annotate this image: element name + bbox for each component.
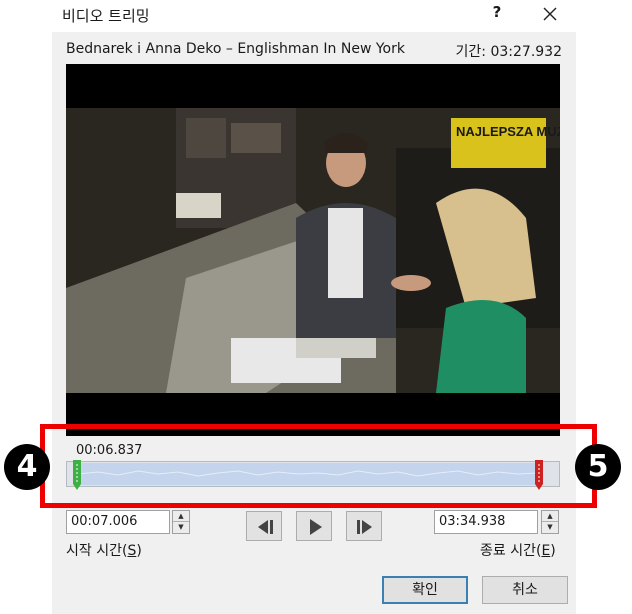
next-frame-button[interactable] bbox=[346, 511, 382, 541]
window-title: 비디오 트리밍 bbox=[62, 7, 150, 25]
end-time-input[interactable]: 03:34.938 bbox=[434, 510, 538, 534]
increase-icon[interactable]: ▲ bbox=[542, 511, 558, 522]
video-frame: NAJLEPSZA MUZYKA bbox=[66, 108, 560, 393]
previous-frame-icon bbox=[258, 520, 273, 534]
end-time-label: 종료 시간(E) bbox=[480, 543, 556, 559]
start-time-spinner[interactable]: ▲ ▼ bbox=[172, 510, 190, 534]
start-time-label: 시작 시간(S) bbox=[66, 543, 142, 559]
cancel-button[interactable]: 취소 bbox=[482, 576, 568, 604]
next-frame-icon bbox=[357, 520, 372, 534]
title-bar: 비디오 트리밍 ? bbox=[0, 0, 632, 32]
play-icon bbox=[310, 519, 322, 535]
video-name: Bednarek i Anna Deko – Englishman In New… bbox=[66, 41, 405, 57]
callout-start: 4 bbox=[4, 444, 50, 490]
decrease-icon[interactable]: ▼ bbox=[173, 522, 189, 533]
timeline-highlight-box bbox=[40, 424, 597, 508]
video-duration: 기간: 03:27.932 bbox=[455, 44, 562, 60]
video-preview[interactable]: NAJLEPSZA MUZYKA bbox=[66, 64, 560, 436]
callout-end: 5 bbox=[575, 444, 621, 490]
increase-icon[interactable]: ▲ bbox=[173, 511, 189, 522]
help-button[interactable]: ? bbox=[488, 3, 506, 25]
start-time-input[interactable]: 00:07.006 bbox=[66, 510, 170, 534]
end-time-spinner[interactable]: ▲ ▼ bbox=[541, 510, 559, 534]
video-overlay-text: NAJLEPSZA MUZYKA bbox=[456, 124, 560, 139]
previous-frame-button[interactable] bbox=[246, 511, 282, 541]
play-button[interactable] bbox=[296, 511, 332, 541]
decrease-icon[interactable]: ▼ bbox=[542, 522, 558, 533]
ok-button[interactable]: 확인 bbox=[382, 576, 468, 604]
close-button[interactable] bbox=[540, 4, 560, 24]
close-icon bbox=[543, 7, 557, 21]
